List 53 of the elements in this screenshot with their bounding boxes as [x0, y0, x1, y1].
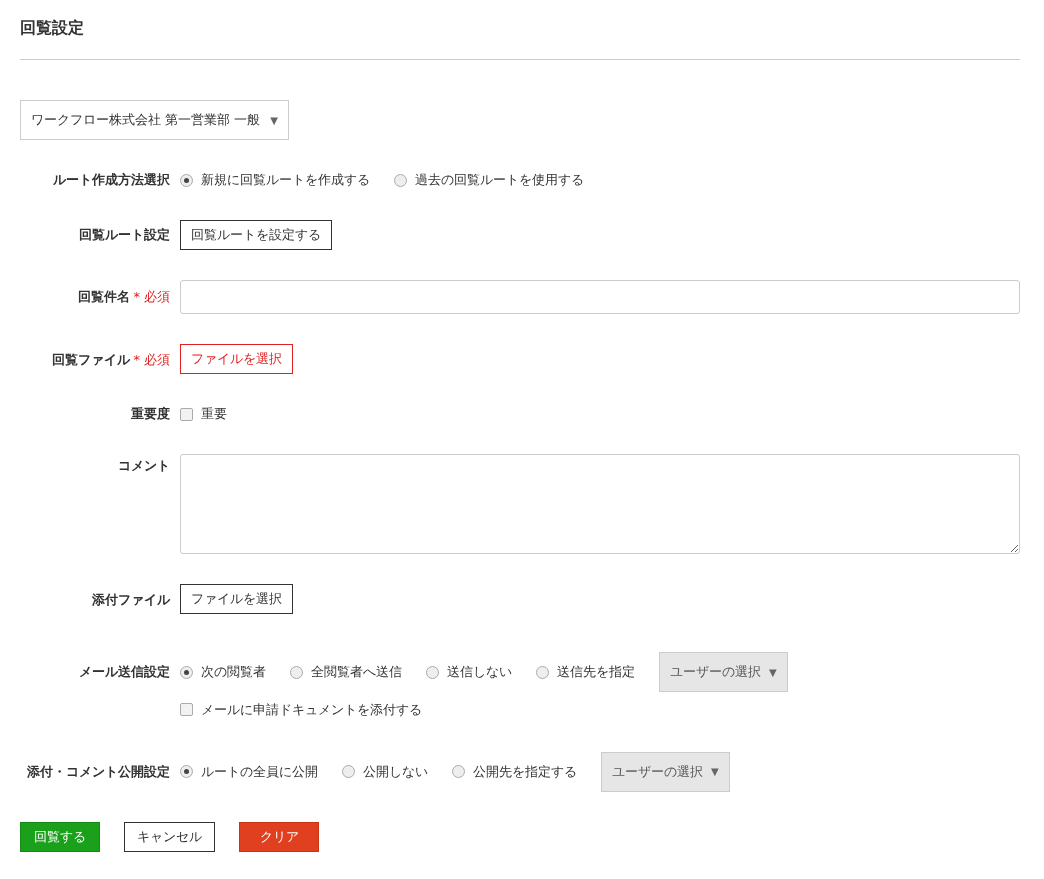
radio-button[interactable]	[452, 765, 465, 779]
radio-label: 次の閲覧者	[201, 663, 266, 682]
user-select-dropdown[interactable]: ユーザーの選択 ▼	[601, 751, 730, 792]
required-text: 必須	[144, 351, 170, 369]
dropdown-text: ユーザーの選択	[612, 763, 703, 781]
field-label: コメント	[118, 457, 170, 475]
radio-label: 全閲覧者へ送信	[311, 663, 402, 682]
field-label: 添付ファイル	[92, 591, 170, 609]
radio-label: 送信しない	[447, 663, 512, 682]
radio-button[interactable]	[180, 765, 193, 779]
field-label: メール送信設定	[79, 663, 170, 682]
field-label: 回覧ファイル	[51, 351, 130, 369]
field-label: 回覧ルート設定	[79, 226, 170, 245]
radio-button[interactable]	[290, 665, 303, 679]
radio-button[interactable]	[426, 665, 439, 679]
caret-icon: ▼	[769, 664, 777, 680]
user-select-dropdown[interactable]: ユーザーの選択 ▼	[659, 652, 788, 692]
required-text: 必須	[144, 288, 170, 307]
organization-text: ワークフロー株式会社 第一営業部 一般	[31, 111, 261, 130]
required-mark: *	[133, 351, 140, 369]
radio-button[interactable]	[536, 665, 549, 679]
file-select-button[interactable]: ファイルを選択	[180, 584, 293, 614]
radio-label: 過去の回覧ルートを使用する	[415, 171, 584, 190]
checkbox-label: 重要	[201, 405, 227, 424]
subject-input[interactable]	[180, 280, 1020, 314]
file-select-button[interactable]: ファイルを選択	[180, 344, 293, 374]
field-label: 添付・コメント公開設定	[27, 763, 170, 781]
caret-icon: ▼	[270, 112, 278, 128]
radio-button[interactable]	[180, 665, 193, 679]
radio-button[interactable]	[342, 765, 355, 779]
radio-label: 公開しない	[363, 763, 428, 781]
action-button[interactable]: 回覧する	[20, 821, 100, 852]
radio-label: 公開先を指定する	[473, 763, 577, 781]
radio-label: ルートの全員に公開	[201, 763, 318, 781]
page-title: 回覧設定	[20, 0, 1020, 60]
action-button[interactable]: クリア	[239, 821, 319, 852]
required-mark: *	[133, 288, 140, 307]
field-label: 回覧件名	[77, 288, 130, 307]
field-label: 重要度	[131, 405, 170, 424]
checkbox-label: メールに申請ドキュメントを添付する	[201, 701, 422, 719]
radio-label: 送信先を指定	[557, 663, 635, 682]
caret-icon: ▼	[711, 764, 719, 780]
dropdown-text: ユーザーの選択	[670, 663, 761, 682]
field-label: ルート作成方法選択	[53, 171, 170, 190]
route-setting-button[interactable]: 回覧ルートを設定する	[180, 220, 332, 250]
organization-select[interactable]: ワークフロー株式会社 第一営業部 一般 ▼	[20, 100, 289, 140]
comment-textarea[interactable]	[180, 454, 1020, 554]
checkbox[interactable]	[180, 703, 193, 717]
action-button[interactable]: キャンセル	[124, 821, 215, 852]
radio-button[interactable]	[394, 173, 407, 187]
radio-label: 新規に回覧ルートを作成する	[201, 171, 370, 190]
radio-button[interactable]	[180, 173, 193, 187]
checkbox[interactable]	[180, 407, 193, 421]
